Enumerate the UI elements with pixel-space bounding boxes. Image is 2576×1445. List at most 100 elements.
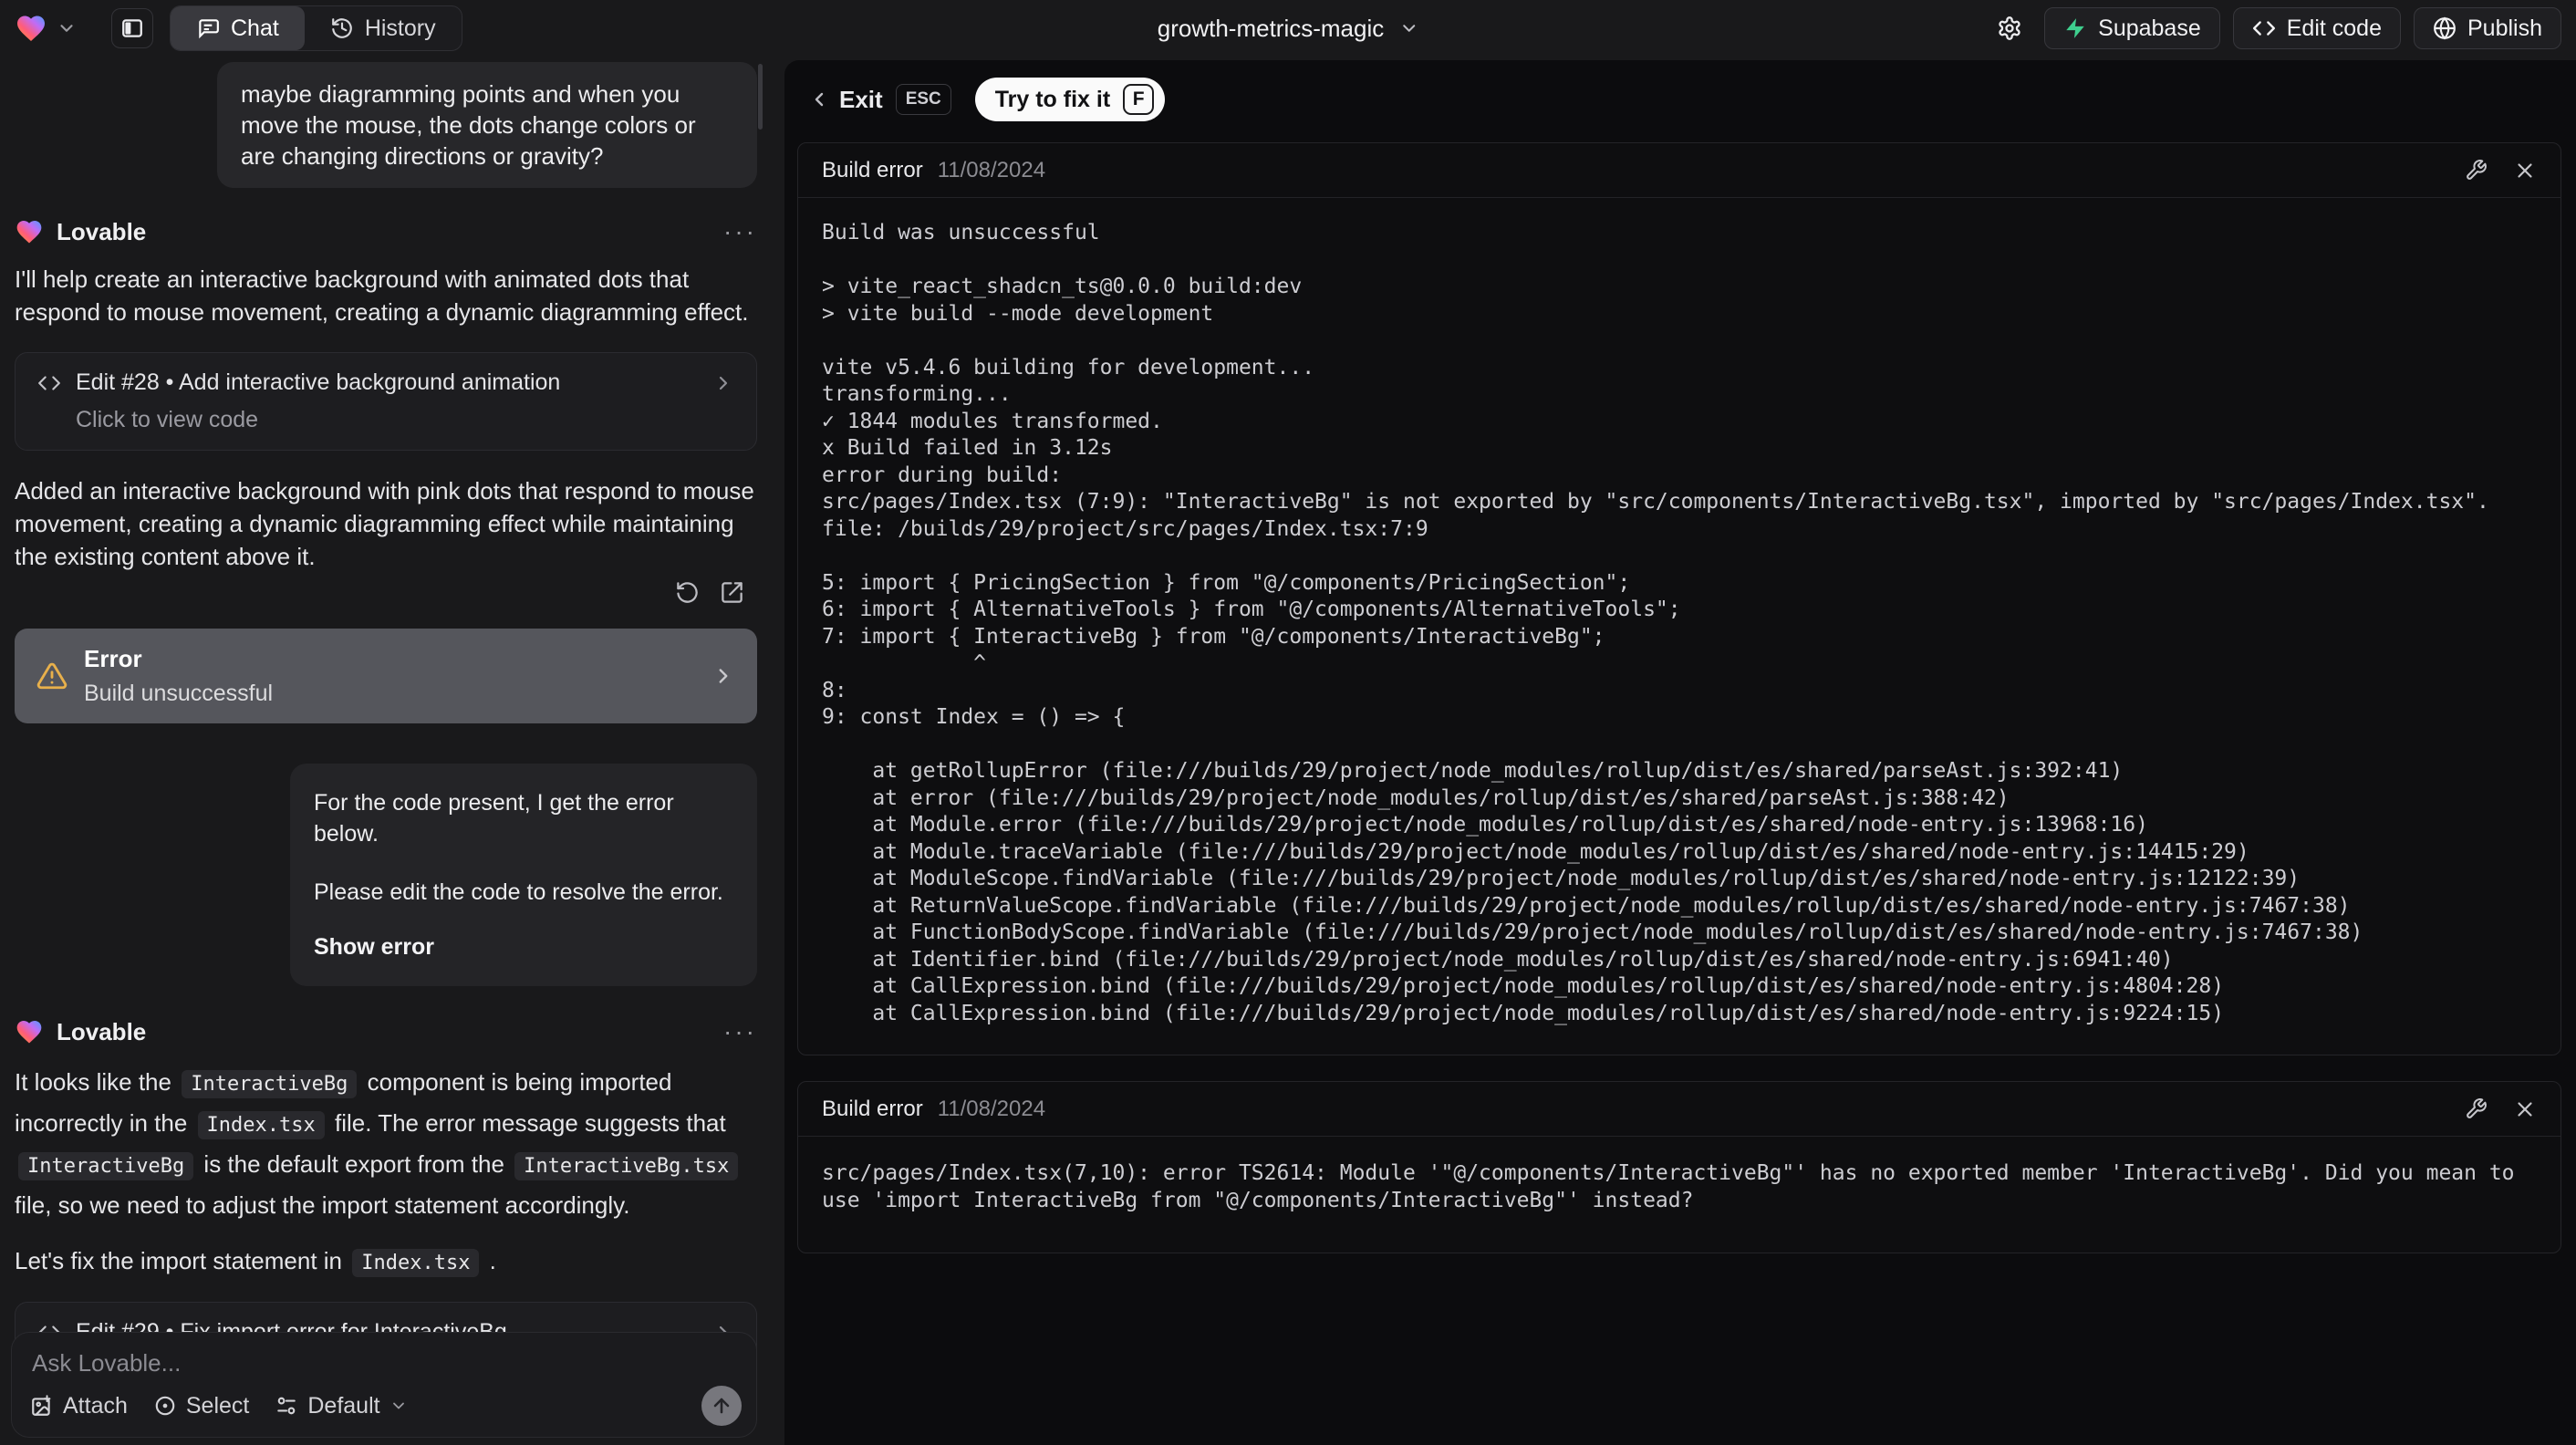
assistant-summary-text: Added an interactive background with pin… xyxy=(15,477,754,570)
image-attach-icon xyxy=(30,1394,54,1418)
exit-label: Exit xyxy=(839,85,883,113)
wrench-icon xyxy=(2465,159,2488,182)
tab-history[interactable]: History xyxy=(305,6,462,50)
warning-triangle-icon xyxy=(36,660,68,691)
build-log: Build was unsuccessful > vite_react_shad… xyxy=(822,221,2489,1025)
chat-scrollbar[interactable] xyxy=(758,64,763,130)
chevron-down-icon xyxy=(1398,18,1418,38)
restore-button[interactable] xyxy=(675,580,700,605)
model-label: Default xyxy=(307,1392,380,1419)
project-switcher[interactable]: growth-metrics-magic xyxy=(1158,15,1419,43)
rotate-ccw-icon xyxy=(675,580,700,605)
build-error-title: Build error xyxy=(822,1096,923,1121)
publish-label: Publish xyxy=(2467,15,2542,41)
build-error-card[interactable]: Error Build unsuccessful xyxy=(15,629,757,723)
chevron-down-icon xyxy=(390,1397,408,1415)
target-icon xyxy=(153,1394,177,1418)
message-menu-button[interactable]: ··· xyxy=(723,1019,757,1045)
close-button[interactable] xyxy=(2513,1097,2537,1121)
esc-key-badge: ESC xyxy=(895,84,951,115)
arrow-up-icon xyxy=(711,1395,732,1417)
sliders-icon xyxy=(275,1394,298,1418)
build-error-header: Build error 11/08/2024 xyxy=(798,143,2560,198)
edit-28-card[interactable]: Edit #28 • Add interactive background an… xyxy=(15,352,757,451)
inline-code: InteractiveBg xyxy=(18,1152,194,1180)
user-message: maybe diagramming points and when you mo… xyxy=(217,62,757,188)
user-error-message: For the code present, I get the error be… xyxy=(290,764,757,986)
assistant-name: Lovable xyxy=(57,1017,147,1045)
tab-history-label: History xyxy=(364,15,436,41)
show-error-link[interactable]: Show error xyxy=(314,931,733,962)
lovable-avatar xyxy=(15,1017,44,1046)
build-log: src/pages/Index.tsx(7,10): error TS2614:… xyxy=(822,1161,2528,1212)
assistant-header: Lovable ··· xyxy=(15,1014,757,1050)
supabase-label: Supabase xyxy=(2098,15,2201,41)
build-error-body: Build was unsuccessful > vite_react_shad… xyxy=(798,198,2560,1055)
code-brackets-icon xyxy=(37,371,61,395)
edit-28-title: Edit #28 • Add interactive background an… xyxy=(76,369,561,395)
close-button[interactable] xyxy=(2513,159,2537,182)
build-error-title: Build error xyxy=(822,157,923,182)
chevron-down-icon xyxy=(57,18,77,38)
assistant-intro-text: I'll help create an interactive backgrou… xyxy=(15,265,749,326)
project-name: growth-metrics-magic xyxy=(1157,14,1385,42)
select-label: Select xyxy=(185,1392,250,1419)
chevron-left-icon xyxy=(808,88,830,110)
settings-button[interactable] xyxy=(1988,7,2031,49)
lovable-heart-logo xyxy=(15,12,47,45)
exit-button[interactable]: Exit xyxy=(808,86,883,114)
composer-placeholder[interactable]: Ask Lovable... xyxy=(32,1349,738,1377)
chat-history-tab-group: Chat History xyxy=(170,5,462,51)
chat-composer[interactable]: Ask Lovable... Attach Select Default xyxy=(11,1332,757,1438)
close-icon xyxy=(2513,1097,2537,1121)
model-selector-button[interactable]: Default xyxy=(275,1393,407,1419)
attach-button[interactable]: Attach xyxy=(30,1393,128,1419)
f-key-badge: F xyxy=(1123,84,1155,115)
wrench-icon xyxy=(2465,1097,2488,1120)
build-error-body: src/pages/Index.tsx(7,10): error TS2614:… xyxy=(798,1137,2560,1253)
chevron-right-icon xyxy=(712,372,734,394)
inline-code: InteractiveBg.tsx xyxy=(514,1152,739,1180)
supabase-bolt-icon xyxy=(2063,16,2087,40)
supabase-button[interactable]: Supabase xyxy=(2044,7,2220,49)
error-message-line2: Please edit the code to resolve the erro… xyxy=(314,879,723,905)
assistant-name: Lovable xyxy=(57,217,147,245)
fix-with-ai-button[interactable] xyxy=(2465,1097,2488,1120)
try-to-fix-label: Try to fix it xyxy=(994,86,1111,112)
sidebar-toggle-button[interactable] xyxy=(111,8,153,48)
error-panel-toolbar: Exit ESC Try to fix it F xyxy=(797,73,2561,126)
history-icon xyxy=(330,16,354,40)
edit-28-subtitle: Click to view code xyxy=(76,407,259,432)
lovable-logo-menu[interactable] xyxy=(15,12,77,45)
try-to-fix-button[interactable]: Try to fix it F xyxy=(974,78,1166,121)
message-menu-button[interactable]: ··· xyxy=(723,219,757,244)
edit-code-label: Edit code xyxy=(2286,15,2382,41)
error-message-line1: For the code present, I get the error be… xyxy=(314,790,674,847)
code-brackets-icon xyxy=(2252,16,2276,40)
fix-with-ai-button[interactable] xyxy=(2465,159,2488,182)
external-link-icon xyxy=(720,580,744,605)
close-icon xyxy=(2513,159,2537,182)
chat-bubble-icon xyxy=(196,16,220,40)
lovable-avatar xyxy=(15,217,44,246)
inline-code: Index.tsx xyxy=(352,1249,480,1277)
tab-chat-label: Chat xyxy=(231,15,279,41)
attach-label: Attach xyxy=(63,1392,128,1419)
chat-panel: maybe diagramming points and when you mo… xyxy=(0,57,764,1445)
select-button[interactable]: Select xyxy=(153,1393,249,1419)
assistant-header: Lovable ··· xyxy=(15,213,757,250)
message-actions xyxy=(15,580,757,605)
build-error-header: Build error 11/08/2024 xyxy=(798,1082,2560,1137)
assistant-fix-text-2: Let's fix the import statement in Index.… xyxy=(15,1242,757,1282)
inline-code: Index.tsx xyxy=(197,1111,325,1139)
globe-icon xyxy=(2433,16,2457,40)
error-card-subtitle: Build unsuccessful xyxy=(84,681,274,706)
edit-code-button[interactable]: Edit code xyxy=(2232,7,2401,49)
tab-chat[interactable]: Chat xyxy=(171,6,305,50)
top-header: Chat History growth-metrics-magic Supaba… xyxy=(0,0,2576,57)
panel-left-icon xyxy=(120,16,144,40)
send-button[interactable] xyxy=(701,1386,742,1426)
build-error-log-card-1: Build error 11/08/2024 Build was unsucce… xyxy=(797,142,2561,1055)
publish-button[interactable]: Publish xyxy=(2414,7,2561,49)
open-preview-button[interactable] xyxy=(720,580,744,605)
